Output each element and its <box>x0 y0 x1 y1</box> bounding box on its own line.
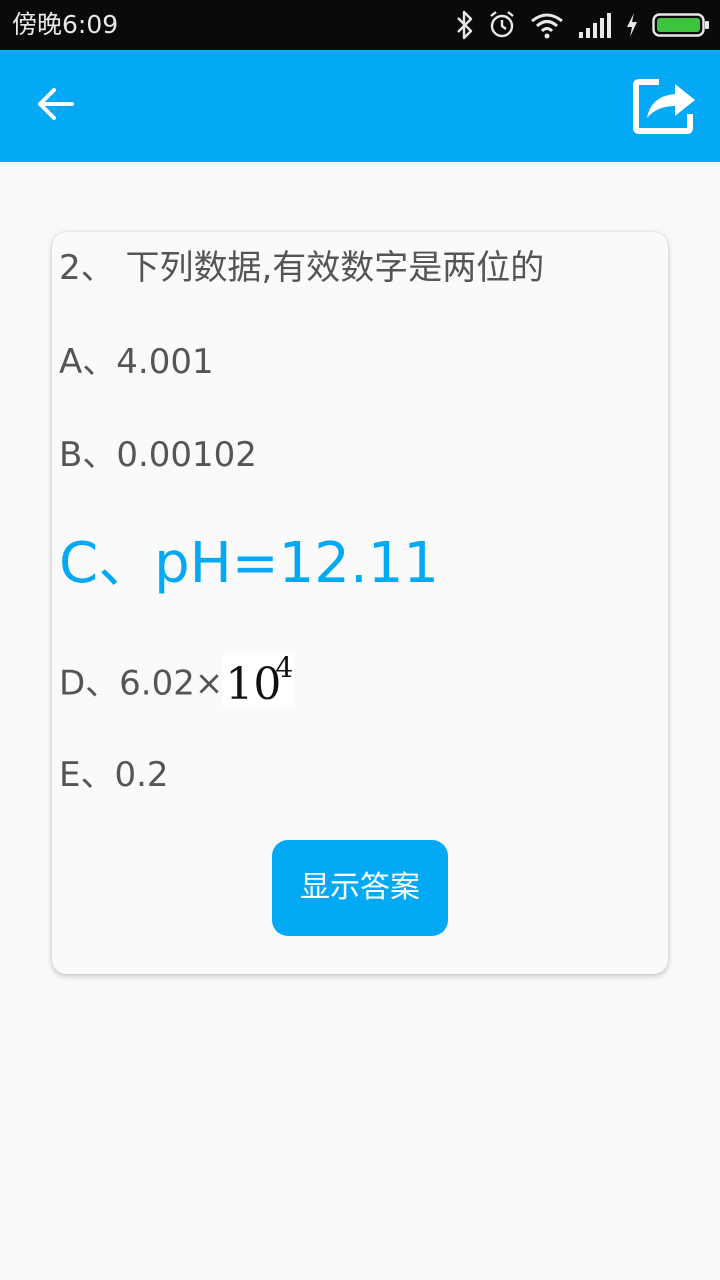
wifi-icon <box>530 11 564 39</box>
status-icons <box>456 8 710 42</box>
math-formula-image: 10 4 <box>223 651 296 710</box>
app-bar <box>0 50 720 162</box>
option-a[interactable]: A、4.001 <box>59 340 214 384</box>
question-title: 2、 下列数据,有效数字是两位的 <box>59 248 545 288</box>
option-e[interactable]: E、0.2 <box>59 753 169 797</box>
option-d-label: D、6.02× <box>59 663 224 704</box>
math-base: 10 <box>225 659 282 710</box>
option-c-selected[interactable]: C、pH=12.11 <box>59 532 439 596</box>
status-time: 傍晚6:09 <box>12 10 119 39</box>
share-button[interactable] <box>632 74 698 140</box>
math-exponent: 4 <box>275 651 294 684</box>
status-bar: 傍晚6:09 <box>0 0 720 50</box>
alarm-icon <box>488 10 516 40</box>
share-icon <box>633 76 697 138</box>
option-e-label: E、0.2 <box>59 755 169 795</box>
arrow-back-icon <box>36 84 76 128</box>
question-card: 2、 下列数据,有效数字是两位的 A、4.001 B、0.00102 C、pH=… <box>52 232 668 974</box>
show-answer-button[interactable]: 显示答案 <box>272 840 448 936</box>
charging-icon <box>626 13 638 37</box>
signal-icon <box>578 12 612 38</box>
option-b-label: B、0.00102 <box>59 435 257 475</box>
option-d[interactable]: D、6.02× 10 4 <box>59 653 296 711</box>
option-c-label: C、pH=12.11 <box>59 531 439 596</box>
option-a-label: A、4.001 <box>59 342 214 382</box>
option-b[interactable]: B、0.00102 <box>59 433 257 477</box>
bluetooth-icon <box>456 10 474 40</box>
battery-icon <box>652 12 710 38</box>
back-button[interactable] <box>24 74 88 138</box>
